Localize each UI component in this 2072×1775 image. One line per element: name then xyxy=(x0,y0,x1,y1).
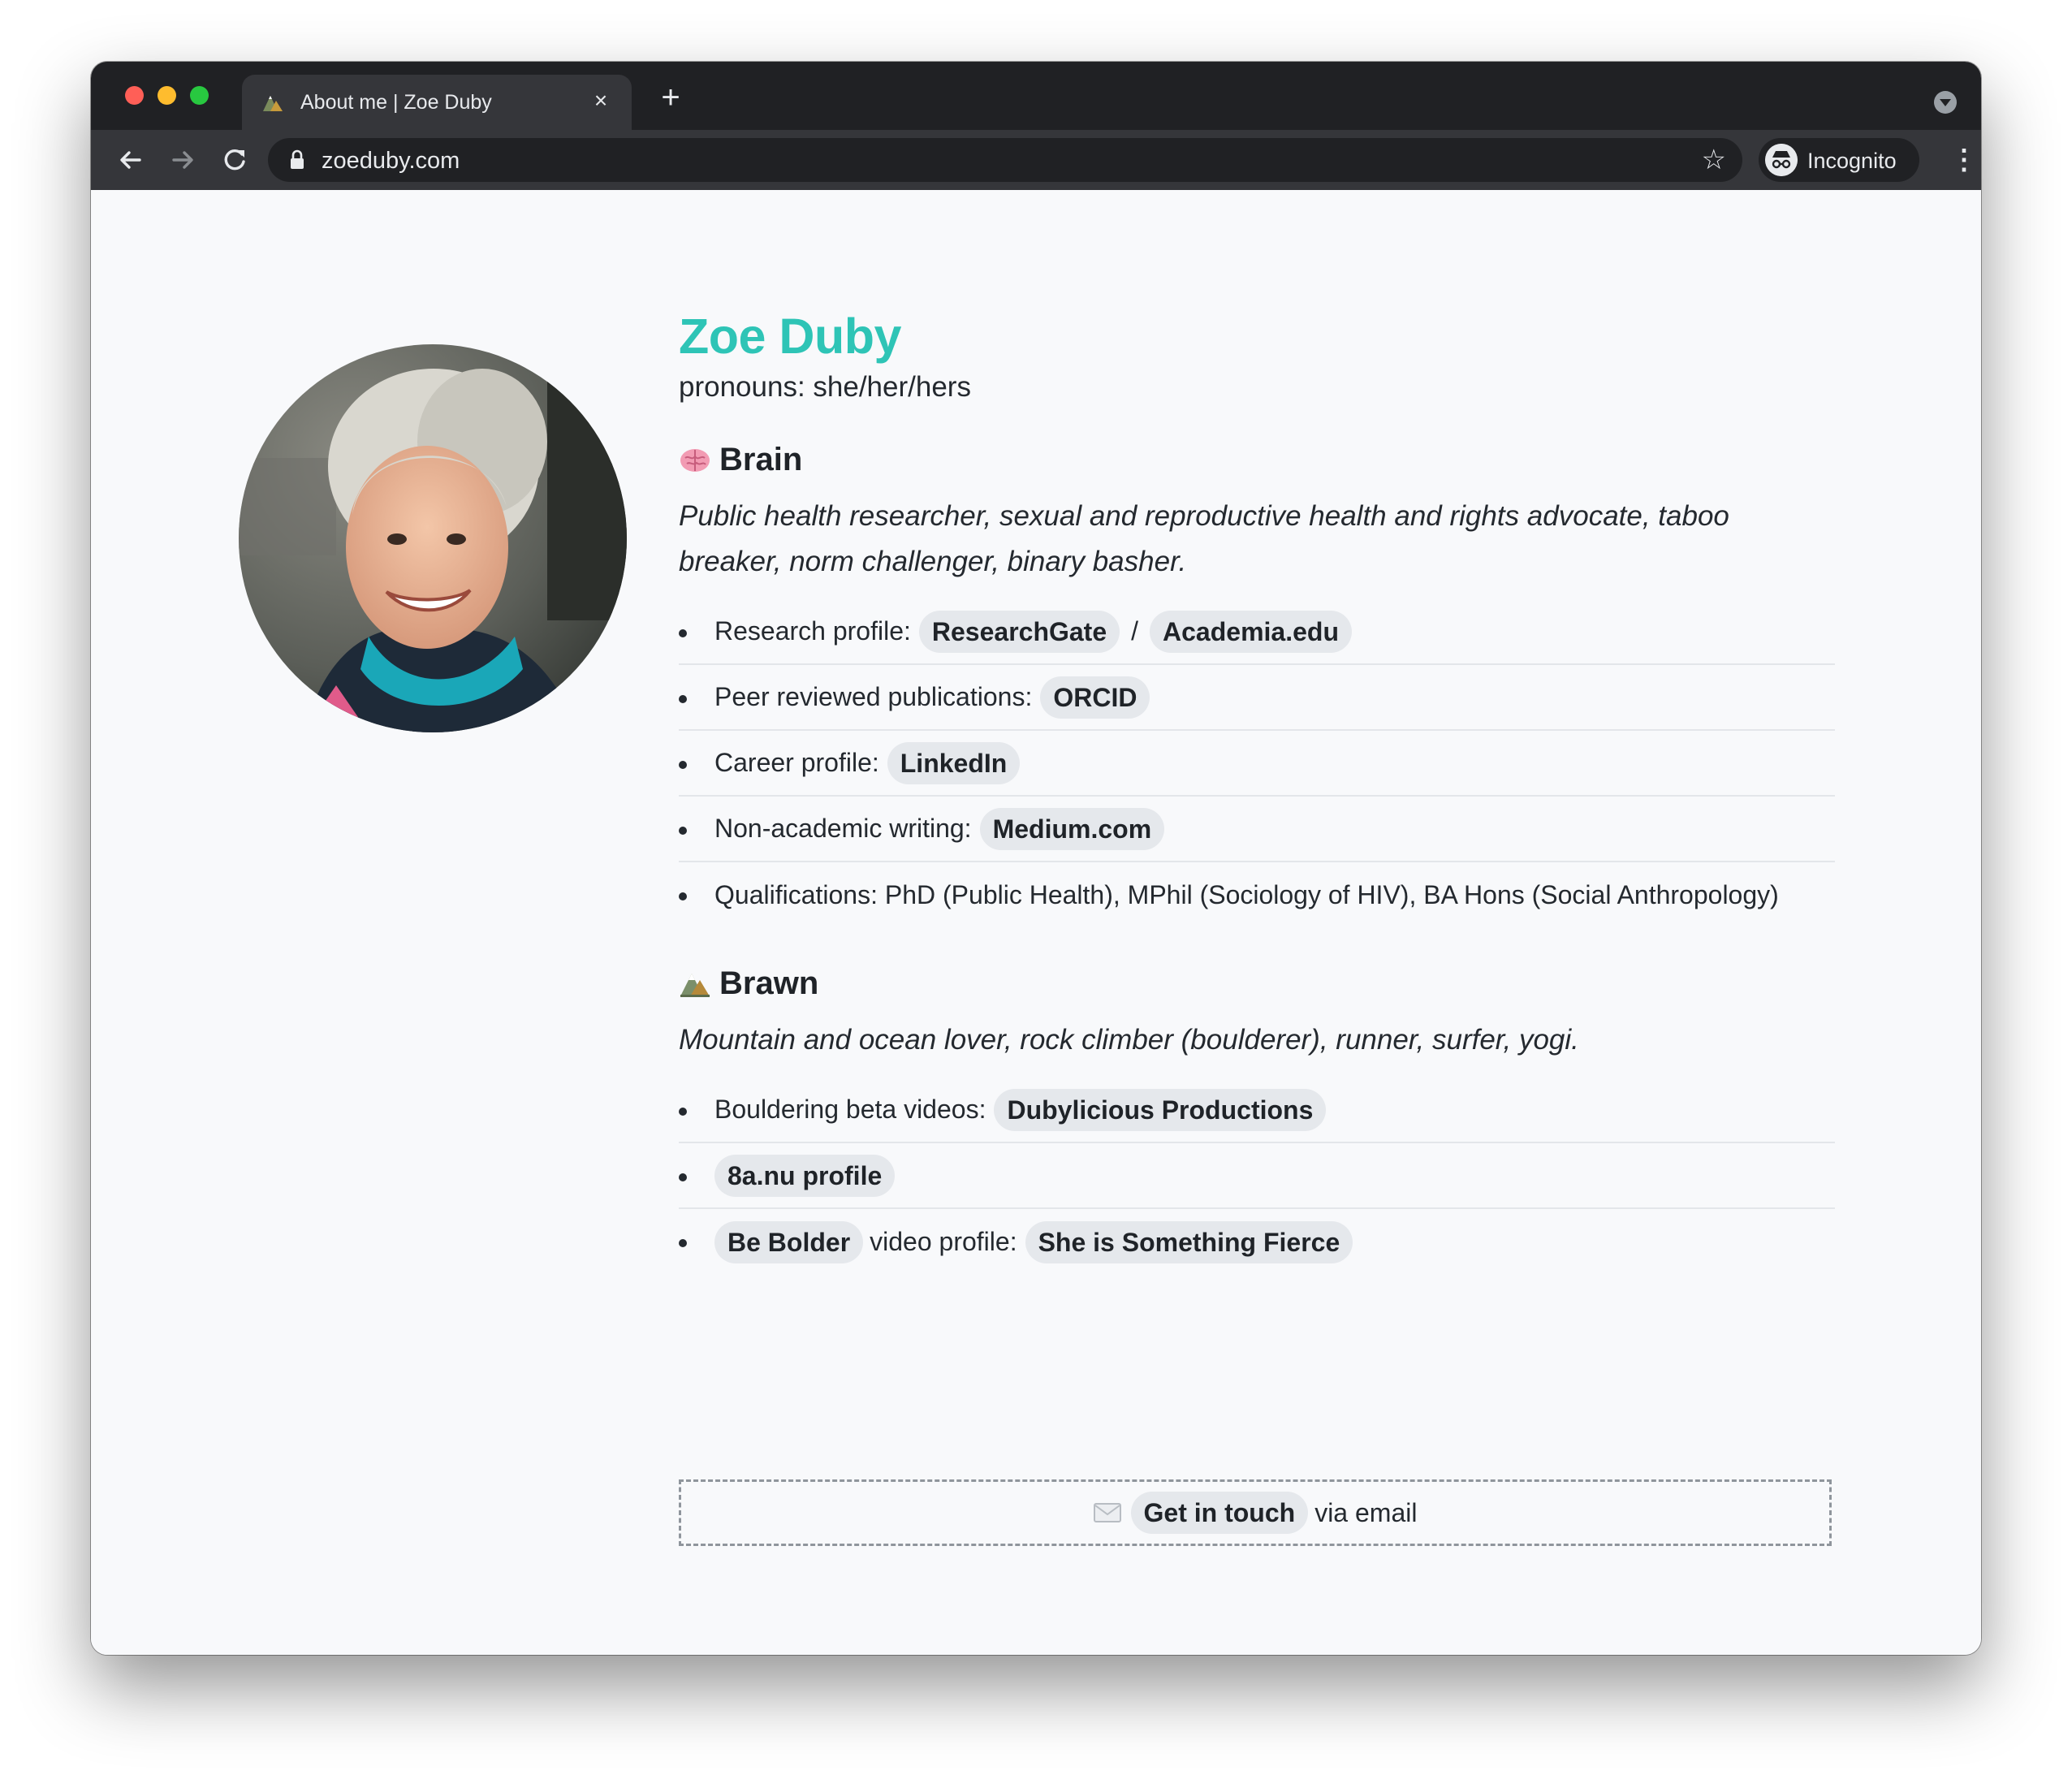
maximize-window-button[interactable] xyxy=(190,86,209,105)
profile-content: Zoe Duby pronouns: she/her/hers Brain Pu… xyxy=(679,304,1835,1275)
url-text[interactable]: zoeduby.com xyxy=(322,148,460,175)
brawn-description: Mountain and ocean lover, rock climber (… xyxy=(679,1024,1579,1056)
list-item: Be Bolder video profile: She is Somethin… xyxy=(679,1209,1835,1275)
researchgate-link[interactable]: ResearchGate xyxy=(918,610,1120,653)
item-label: Career profile: xyxy=(714,748,879,777)
incognito-icon xyxy=(1765,144,1798,176)
list-item: 8a.nu profile xyxy=(679,1143,1835,1209)
qualifications-text: Qualifications: PhD (Public Health), MPh… xyxy=(714,880,1779,909)
orcid-link[interactable]: ORCID xyxy=(1040,676,1150,719)
linkedin-link[interactable]: LinkedIn xyxy=(887,741,1021,784)
medium-link[interactable]: Medium.com xyxy=(979,807,1165,850)
item-label: Peer reviewed publications: xyxy=(714,682,1033,711)
address-bar[interactable]: zoeduby.com ☆ xyxy=(268,138,1742,182)
brawn-heading-text: Brawn xyxy=(719,965,819,1001)
link-separator: / xyxy=(1131,616,1139,646)
list-item: Career profile: LinkedIn xyxy=(679,731,1835,797)
browser-tab-active[interactable]: About me | Zoe Duby × xyxy=(242,75,632,130)
item-label: video profile: xyxy=(870,1227,1017,1256)
tab-strip: About me | Zoe Duby × + xyxy=(91,62,1981,130)
brain-heading-text: Brain xyxy=(719,442,803,477)
item-label: Non-academic writing: xyxy=(714,814,972,843)
close-window-button[interactable] xyxy=(125,86,144,105)
brain-section-heading: Brain xyxy=(679,437,1835,482)
brain-links-list: Research profile: ResearchGate / Academi… xyxy=(679,599,1835,928)
brain-emoji-icon xyxy=(680,449,710,472)
profile-photo xyxy=(239,344,627,732)
pronouns-text: pronouns: she/her/hers xyxy=(679,371,971,403)
tab-title: About me | Zoe Duby xyxy=(300,91,492,114)
minimize-window-button[interactable] xyxy=(158,86,176,105)
list-item: Research profile: ResearchGate / Academi… xyxy=(679,599,1835,665)
list-item: Qualifications: PhD (Public Health), MPh… xyxy=(679,862,1835,928)
brawn-links-list: Bouldering beta videos: Dubylicious Prod… xyxy=(679,1078,1835,1275)
lock-icon xyxy=(291,149,304,169)
8a-nu-link[interactable]: 8a.nu profile xyxy=(714,1154,896,1197)
new-tab-button[interactable]: + xyxy=(653,80,689,115)
dubylicious-link[interactable]: Dubylicious Productions xyxy=(994,1088,1327,1131)
contact-suffix: via email xyxy=(1314,1497,1418,1527)
page-content: Zoe Duby pronouns: she/her/hers Brain Pu… xyxy=(91,190,1981,1655)
more-menu-icon[interactable]: ⋮ xyxy=(1950,141,1978,179)
forward-arrow-icon[interactable] xyxy=(164,141,201,179)
tab-search-icon[interactable] xyxy=(1934,91,1957,114)
academia-link[interactable]: Academia.edu xyxy=(1150,610,1352,653)
mountain-emoji-icon xyxy=(680,974,710,997)
mountain-favicon-icon xyxy=(263,96,283,111)
browser-toolbar: zoeduby.com ☆ Incognito ⋮ xyxy=(91,130,1981,190)
envelope-icon xyxy=(1093,1503,1121,1522)
brain-description: Public health researcher, sexual and rep… xyxy=(679,500,1729,577)
browser-window: About me | Zoe Duby × + zoeduby.com ☆ In… xyxy=(91,62,1981,1655)
back-arrow-icon[interactable] xyxy=(112,141,149,179)
incognito-profile-button[interactable]: Incognito xyxy=(1759,138,1919,182)
list-item: Non-academic writing: Medium.com xyxy=(679,797,1835,862)
list-item: Peer reviewed publications: ORCID xyxy=(679,665,1835,731)
brawn-section-heading: Brawn xyxy=(679,961,1835,1006)
bookmark-star-icon[interactable]: ☆ xyxy=(1702,145,1726,175)
get-in-touch-link[interactable]: Get in touch xyxy=(1130,1492,1309,1534)
page-title: Zoe Duby xyxy=(679,309,901,364)
list-item: Bouldering beta videos: Dubylicious Prod… xyxy=(679,1078,1835,1143)
incognito-label: Incognito xyxy=(1807,149,1897,173)
something-fierce-link[interactable]: She is Something Fierce xyxy=(1025,1220,1353,1263)
tab-close-icon[interactable]: × xyxy=(585,84,617,117)
contact-box: Get in touch via email xyxy=(679,1479,1832,1546)
reload-icon[interactable] xyxy=(216,141,253,179)
item-label: Bouldering beta videos: xyxy=(714,1095,986,1124)
be-bolder-link[interactable]: Be Bolder xyxy=(714,1220,864,1263)
item-label: Research profile: xyxy=(714,616,911,646)
